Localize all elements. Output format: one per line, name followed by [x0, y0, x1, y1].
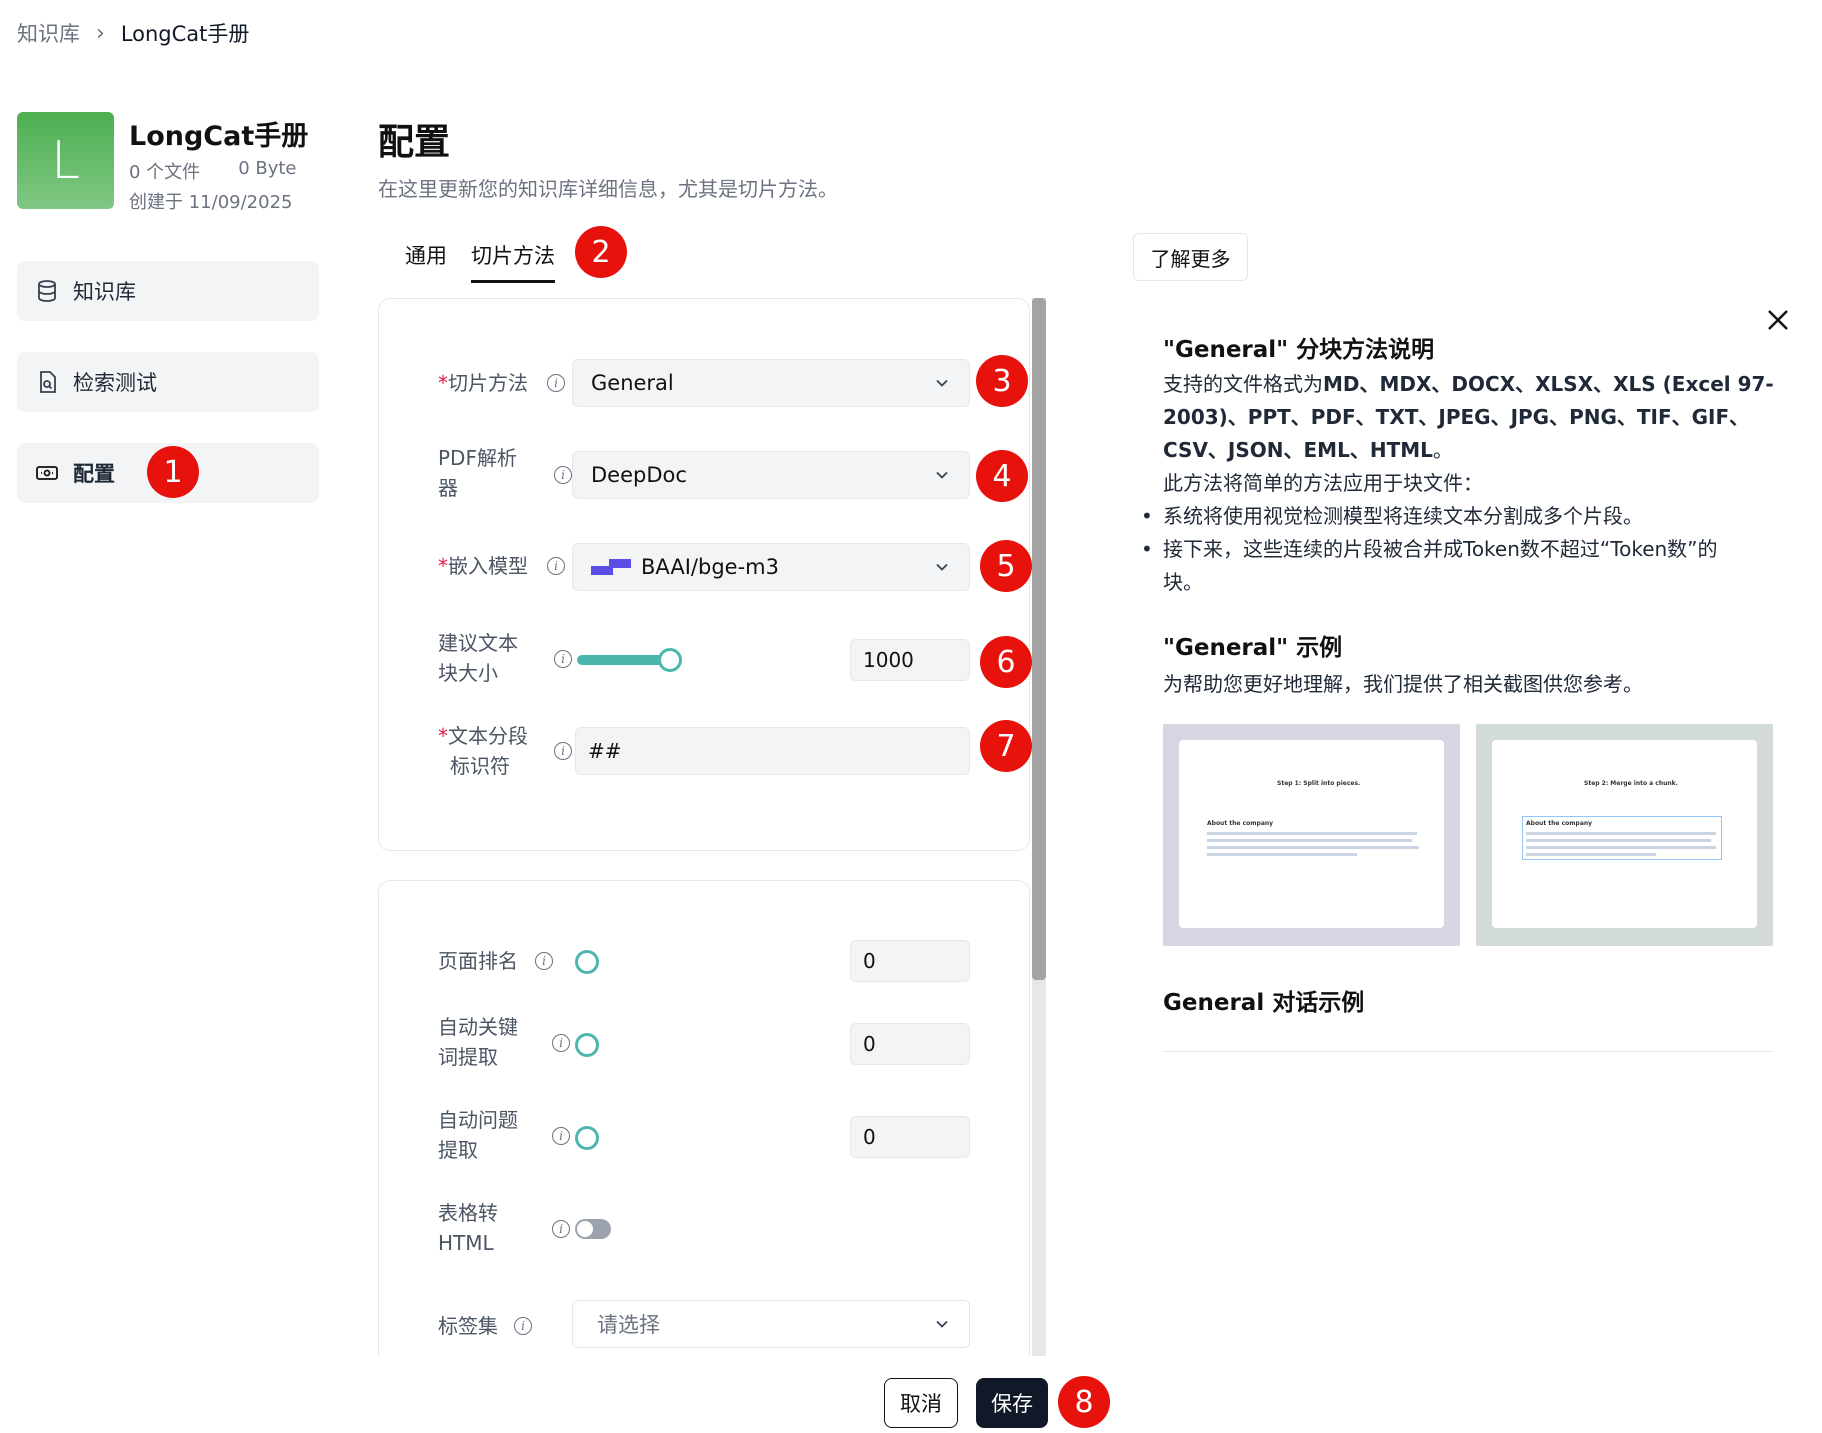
example-screenshot-2: Step 2: Merge into a chunk. About the co… [1476, 724, 1773, 946]
kb-size: 0 Byte [238, 158, 297, 179]
annotation-badge-6: 6 [980, 636, 1032, 688]
learn-more-button[interactable]: 了解更多 [1133, 233, 1248, 281]
info-icon[interactable]: i [547, 374, 565, 392]
chevron-down-icon [936, 563, 948, 571]
delimiter-input[interactable]: ## [575, 727, 970, 775]
tab-chunk-method[interactable]: 切片方法 [471, 240, 555, 283]
annotation-badge-5: 5 [980, 540, 1032, 592]
embedding-model-select[interactable]: BAAI/bge-m3 [572, 543, 970, 591]
info-icon[interactable]: i [552, 1127, 570, 1145]
info-icon[interactable]: i [552, 1034, 570, 1052]
info-icon[interactable]: i [514, 1317, 532, 1335]
example-title: "General" 示例 [1163, 635, 1343, 661]
close-icon[interactable] [1763, 305, 1793, 335]
table-to-html-toggle[interactable] [575, 1219, 611, 1239]
table-to-html-label: 表格转 HTML [438, 1201, 498, 1255]
example-screenshot-1: Step 1: Split into pieces. About the com… [1163, 724, 1460, 946]
pdf-parser-label: PDF解析 器 [438, 446, 517, 500]
delimiter-label: *文本分段 标识符 [438, 724, 528, 778]
sidebar-item-label: 配置 [73, 462, 115, 486]
chevron-down-icon [936, 1320, 948, 1328]
info-icon[interactable]: i [554, 650, 572, 668]
annotation-badge-1: 1 [147, 446, 199, 498]
pdf-parser-select[interactable]: DeepDoc [572, 451, 970, 499]
annotation-badge-7: 7 [980, 720, 1032, 772]
help-title: "General" 分块方法说明 [1163, 337, 1435, 363]
tag-set-label: 标签集 [438, 1314, 498, 1338]
help-bullet-list: • 系统将使用视觉检测模型将连续文本分割成多个片段。 • 接下来，这些连续的片段被合… [1141, 500, 1781, 599]
database-icon [38, 280, 56, 302]
annotation-badge-8: 8 [1058, 1376, 1110, 1428]
list-item: • 接下来，这些连续的片段被合并成Token数不超过“Token数”的 [1141, 537, 1718, 561]
auto-questions-input[interactable]: 0 [850, 1116, 970, 1158]
chevron-right-icon: › [96, 20, 105, 46]
tab-general[interactable]: 通用 [405, 240, 447, 270]
kb-created-date: 创建于 11/09/2025 [129, 192, 293, 213]
embedding-model-logo-icon [591, 559, 631, 575]
list-item: • 系统将使用视觉检测模型将连续文本分割成多个片段。 [1141, 504, 1643, 528]
chunk-size-label: 建议文本 块大小 [438, 631, 518, 685]
chunk-size-input[interactable]: 1000 [850, 639, 970, 681]
page-rank-input[interactable]: 0 [850, 940, 970, 982]
kb-meta: 0 个文件 0 Byte [129, 158, 297, 184]
chunk-method-label: *切片方法 [438, 371, 528, 395]
annotation-badge-4: 4 [976, 450, 1028, 502]
chevron-down-icon [936, 471, 948, 479]
document-search-icon [40, 371, 56, 393]
kb-avatar: L [17, 112, 114, 209]
chunk-size-slider-handle[interactable] [658, 648, 682, 672]
breadcrumb: 知识库 › LongCat手册 [17, 18, 249, 48]
kb-file-count: 0 个文件 [129, 162, 201, 183]
page-rank-radio[interactable] [575, 950, 599, 974]
auto-keywords-radio[interactable] [575, 1033, 599, 1057]
annotation-badge-2: 2 [575, 226, 627, 278]
info-icon[interactable]: i [554, 466, 572, 484]
sidebar-item-label: 知识库 [73, 280, 136, 304]
kb-name: LongCat手册 [129, 121, 309, 152]
page-title: 配置 [378, 122, 451, 163]
help-formats: 支持的文件格式为MD、MDX、DOCX、XLSX、XLS (Excel 97- … [1163, 372, 1774, 495]
chevron-down-icon [936, 379, 948, 387]
info-icon[interactable]: i [547, 557, 565, 575]
chunk-method-select[interactable]: General [572, 359, 970, 407]
auto-keywords-input[interactable]: 0 [850, 1023, 970, 1065]
save-button[interactable]: 保存 [976, 1378, 1048, 1428]
annotation-badge-3: 3 [976, 355, 1028, 407]
breadcrumb-current: LongCat手册 [120, 22, 250, 46]
sidebar-item-label: 检索测试 [73, 371, 157, 395]
tag-set-select[interactable]: 请选择 [572, 1300, 970, 1348]
example-description: 为帮助您更好地理解，我们提供了相关截图供您参考。 [1163, 672, 1643, 696]
breadcrumb-root-link[interactable]: 知识库 [17, 18, 80, 48]
info-icon[interactable]: i [554, 742, 572, 760]
auto-questions-label: 自动问题 提取 [438, 1108, 518, 1162]
settings-card-icon [36, 466, 58, 480]
info-icon[interactable]: i [552, 1220, 570, 1238]
auto-keywords-label: 自动关键 词提取 [438, 1015, 518, 1069]
divider [1163, 1051, 1773, 1052]
dialog-example-title: General 对话示例 [1163, 990, 1365, 1016]
sidebar-item-knowledge-base[interactable]: 知识库 [17, 261, 319, 321]
page-rank-label: 页面排名 [438, 949, 518, 973]
embedding-model-label: *嵌入模型 [438, 554, 528, 578]
page-description: 在这里更新您的知识库详细信息，尤其是切片方法。 [378, 177, 838, 201]
info-icon[interactable]: i [535, 952, 553, 970]
cancel-button[interactable]: 取消 [884, 1378, 958, 1428]
sidebar-item-retrieval-test[interactable]: 检索测试 [17, 352, 319, 412]
form-scrollbar-thumb[interactable] [1032, 298, 1046, 980]
auto-questions-radio[interactable] [575, 1126, 599, 1150]
